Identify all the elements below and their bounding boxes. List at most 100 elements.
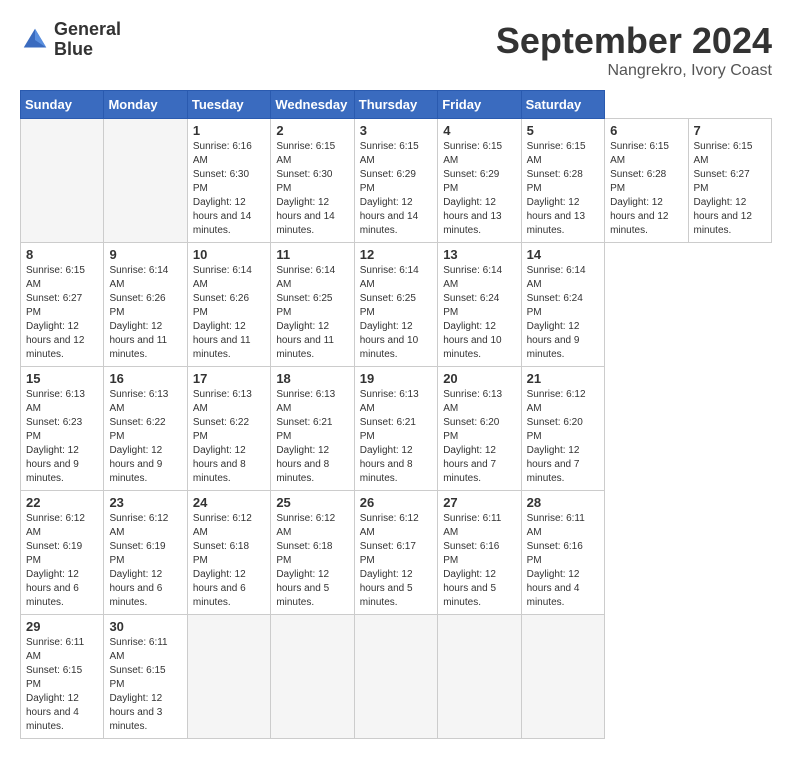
calendar-cell: 12 Sunrise: 6:14 AM Sunset: 6:25 PM Dayl…: [354, 243, 437, 367]
calendar-cell: [104, 119, 187, 243]
calendar-cell: 14 Sunrise: 6:14 AM Sunset: 6:24 PM Dayl…: [521, 243, 604, 367]
day-info: Sunrise: 6:14 AM Sunset: 6:24 PM Dayligh…: [527, 264, 599, 362]
day-number: 2: [276, 123, 348, 138]
day-number: 24: [193, 495, 265, 510]
calendar-week-1: 1 Sunrise: 6:16 AM Sunset: 6:30 PM Dayli…: [21, 119, 772, 243]
calendar-week-2: 8 Sunrise: 6:15 AM Sunset: 6:27 PM Dayli…: [21, 243, 772, 367]
day-number: 4: [443, 123, 515, 138]
day-number: 1: [193, 123, 265, 138]
weekday-header-thursday: Thursday: [354, 91, 437, 119]
calendar-cell: 21 Sunrise: 6:12 AM Sunset: 6:20 PM Dayl…: [521, 367, 604, 491]
day-info: Sunrise: 6:12 AM Sunset: 6:20 PM Dayligh…: [527, 388, 599, 486]
calendar-cell: [271, 615, 354, 739]
logo-text: General Blue: [54, 20, 121, 60]
calendar-cell: 11 Sunrise: 6:14 AM Sunset: 6:25 PM Dayl…: [271, 243, 354, 367]
day-number: 9: [109, 247, 181, 262]
logo-icon: [20, 25, 50, 55]
day-info: Sunrise: 6:11 AM Sunset: 6:16 PM Dayligh…: [443, 512, 515, 610]
day-number: 3: [360, 123, 432, 138]
calendar-cell: 27 Sunrise: 6:11 AM Sunset: 6:16 PM Dayl…: [438, 491, 521, 615]
day-info: Sunrise: 6:12 AM Sunset: 6:18 PM Dayligh…: [193, 512, 265, 610]
day-number: 5: [527, 123, 599, 138]
calendar-cell: 23 Sunrise: 6:12 AM Sunset: 6:19 PM Dayl…: [104, 491, 187, 615]
calendar-cell: [438, 615, 521, 739]
day-info: Sunrise: 6:11 AM Sunset: 6:15 PM Dayligh…: [109, 636, 181, 734]
calendar-cell: 7 Sunrise: 6:15 AM Sunset: 6:27 PM Dayli…: [688, 119, 772, 243]
day-info: Sunrise: 6:15 AM Sunset: 6:30 PM Dayligh…: [276, 140, 348, 238]
day-number: 25: [276, 495, 348, 510]
day-number: 26: [360, 495, 432, 510]
calendar-cell: [187, 615, 270, 739]
day-info: Sunrise: 6:12 AM Sunset: 6:19 PM Dayligh…: [109, 512, 181, 610]
calendar-cell: 26 Sunrise: 6:12 AM Sunset: 6:17 PM Dayl…: [354, 491, 437, 615]
calendar-cell: 19 Sunrise: 6:13 AM Sunset: 6:21 PM Dayl…: [354, 367, 437, 491]
day-info: Sunrise: 6:15 AM Sunset: 6:27 PM Dayligh…: [26, 264, 98, 362]
day-info: Sunrise: 6:15 AM Sunset: 6:28 PM Dayligh…: [527, 140, 599, 238]
weekday-header-sunday: Sunday: [21, 91, 104, 119]
day-number: 10: [193, 247, 265, 262]
calendar-table: SundayMondayTuesdayWednesdayThursdayFrid…: [20, 90, 772, 739]
day-number: 29: [26, 619, 98, 634]
day-info: Sunrise: 6:13 AM Sunset: 6:23 PM Dayligh…: [26, 388, 98, 486]
calendar-cell: 9 Sunrise: 6:14 AM Sunset: 6:26 PM Dayli…: [104, 243, 187, 367]
day-info: Sunrise: 6:12 AM Sunset: 6:19 PM Dayligh…: [26, 512, 98, 610]
calendar-cell: 1 Sunrise: 6:16 AM Sunset: 6:30 PM Dayli…: [187, 119, 270, 243]
calendar-cell: [21, 119, 104, 243]
day-number: 30: [109, 619, 181, 634]
calendar-cell: 18 Sunrise: 6:13 AM Sunset: 6:21 PM Dayl…: [271, 367, 354, 491]
day-number: 18: [276, 371, 348, 386]
calendar-cell: 30 Sunrise: 6:11 AM Sunset: 6:15 PM Dayl…: [104, 615, 187, 739]
day-number: 28: [527, 495, 599, 510]
calendar-cell: 2 Sunrise: 6:15 AM Sunset: 6:30 PM Dayli…: [271, 119, 354, 243]
day-number: 12: [360, 247, 432, 262]
calendar-week-4: 22 Sunrise: 6:12 AM Sunset: 6:19 PM Dayl…: [21, 491, 772, 615]
day-number: 17: [193, 371, 265, 386]
day-info: Sunrise: 6:12 AM Sunset: 6:17 PM Dayligh…: [360, 512, 432, 610]
calendar-week-3: 15 Sunrise: 6:13 AM Sunset: 6:23 PM Dayl…: [21, 367, 772, 491]
day-number: 6: [610, 123, 682, 138]
calendar-cell: 3 Sunrise: 6:15 AM Sunset: 6:29 PM Dayli…: [354, 119, 437, 243]
month-title: September 2024: [496, 20, 772, 62]
day-info: Sunrise: 6:14 AM Sunset: 6:26 PM Dayligh…: [109, 264, 181, 362]
day-info: Sunrise: 6:14 AM Sunset: 6:25 PM Dayligh…: [360, 264, 432, 362]
day-info: Sunrise: 6:15 AM Sunset: 6:29 PM Dayligh…: [443, 140, 515, 238]
day-number: 23: [109, 495, 181, 510]
weekday-header-monday: Monday: [104, 91, 187, 119]
day-info: Sunrise: 6:12 AM Sunset: 6:18 PM Dayligh…: [276, 512, 348, 610]
day-info: Sunrise: 6:11 AM Sunset: 6:15 PM Dayligh…: [26, 636, 98, 734]
day-info: Sunrise: 6:13 AM Sunset: 6:21 PM Dayligh…: [276, 388, 348, 486]
day-number: 19: [360, 371, 432, 386]
calendar-cell: 28 Sunrise: 6:11 AM Sunset: 6:16 PM Dayl…: [521, 491, 604, 615]
calendar-cell: 24 Sunrise: 6:12 AM Sunset: 6:18 PM Dayl…: [187, 491, 270, 615]
calendar-cell: 13 Sunrise: 6:14 AM Sunset: 6:24 PM Dayl…: [438, 243, 521, 367]
calendar-cell: 5 Sunrise: 6:15 AM Sunset: 6:28 PM Dayli…: [521, 119, 604, 243]
calendar-cell: 10 Sunrise: 6:14 AM Sunset: 6:26 PM Dayl…: [187, 243, 270, 367]
day-info: Sunrise: 6:13 AM Sunset: 6:21 PM Dayligh…: [360, 388, 432, 486]
day-number: 15: [26, 371, 98, 386]
day-info: Sunrise: 6:15 AM Sunset: 6:28 PM Dayligh…: [610, 140, 682, 238]
calendar-cell: 29 Sunrise: 6:11 AM Sunset: 6:15 PM Dayl…: [21, 615, 104, 739]
calendar-cell: 8 Sunrise: 6:15 AM Sunset: 6:27 PM Dayli…: [21, 243, 104, 367]
calendar-cell: 22 Sunrise: 6:12 AM Sunset: 6:19 PM Dayl…: [21, 491, 104, 615]
calendar-cell: 25 Sunrise: 6:12 AM Sunset: 6:18 PM Dayl…: [271, 491, 354, 615]
weekday-header-wednesday: Wednesday: [271, 91, 354, 119]
day-info: Sunrise: 6:13 AM Sunset: 6:22 PM Dayligh…: [193, 388, 265, 486]
weekday-header-tuesday: Tuesday: [187, 91, 270, 119]
calendar-cell: 17 Sunrise: 6:13 AM Sunset: 6:22 PM Dayl…: [187, 367, 270, 491]
page-header: General Blue September 2024 Nangrekro, I…: [20, 20, 772, 80]
location-title: Nangrekro, Ivory Coast: [496, 62, 772, 80]
day-info: Sunrise: 6:15 AM Sunset: 6:27 PM Dayligh…: [694, 140, 767, 238]
weekday-header-friday: Friday: [438, 91, 521, 119]
day-number: 8: [26, 247, 98, 262]
day-number: 13: [443, 247, 515, 262]
weekday-header-row: SundayMondayTuesdayWednesdayThursdayFrid…: [21, 91, 772, 119]
calendar-cell: 4 Sunrise: 6:15 AM Sunset: 6:29 PM Dayli…: [438, 119, 521, 243]
day-number: 20: [443, 371, 515, 386]
day-info: Sunrise: 6:16 AM Sunset: 6:30 PM Dayligh…: [193, 140, 265, 238]
day-info: Sunrise: 6:14 AM Sunset: 6:25 PM Dayligh…: [276, 264, 348, 362]
calendar-cell: 20 Sunrise: 6:13 AM Sunset: 6:20 PM Dayl…: [438, 367, 521, 491]
title-block: September 2024 Nangrekro, Ivory Coast: [496, 20, 772, 80]
day-number: 16: [109, 371, 181, 386]
day-number: 7: [694, 123, 767, 138]
calendar-cell: [354, 615, 437, 739]
